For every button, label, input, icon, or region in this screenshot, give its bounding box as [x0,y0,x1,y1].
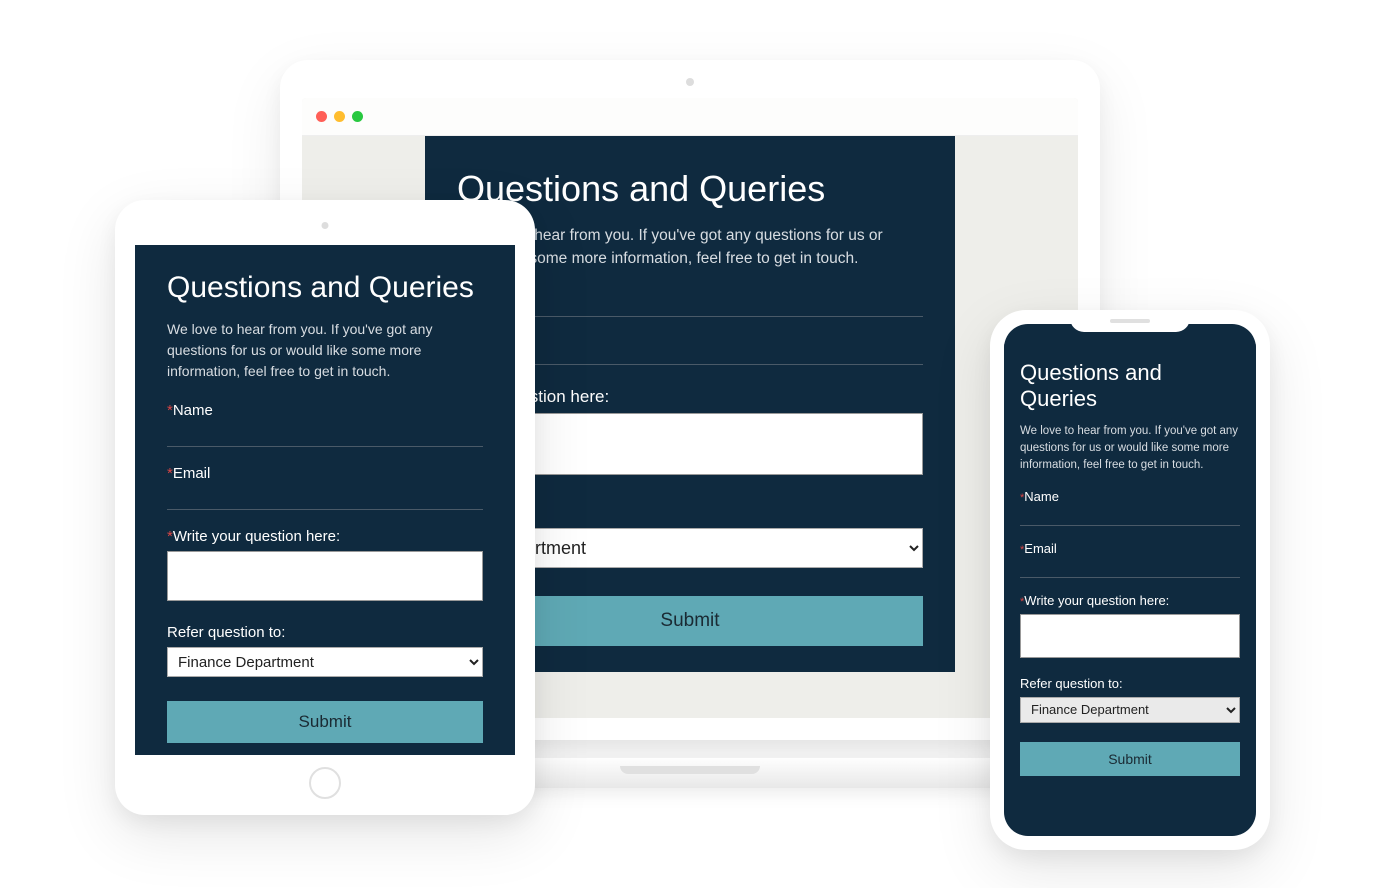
email-label: *Email [1020,541,1240,556]
submit-button[interactable]: Submit [167,701,483,743]
phone-device: Questions and Queries We love to hear fr… [990,310,1270,850]
question-input[interactable] [167,551,483,601]
email-input[interactable] [1020,562,1240,578]
fullscreen-icon[interactable] [352,111,363,122]
tablet-device: Questions and Queries We love to hear fr… [115,200,535,815]
home-button-icon[interactable] [309,767,341,799]
question-input[interactable] [1020,614,1240,658]
refer-field: Refer question to: Finance Department [1020,676,1240,723]
name-field: *Name [1020,489,1240,528]
question-field: *Write your question here: [1020,593,1240,663]
close-icon[interactable] [316,111,327,122]
submit-button[interactable]: Submit [1020,742,1240,776]
camera-icon [322,222,329,229]
name-input[interactable] [167,425,483,447]
form-title: Questions and Queries [1020,360,1240,413]
form-title: Questions and Queries [167,271,483,305]
name-label: *Name [1020,489,1240,504]
phone-notch [1070,310,1190,332]
minimize-icon[interactable] [334,111,345,122]
speaker-icon [1110,319,1150,323]
refer-label: Refer question to: [1020,676,1240,691]
laptop-hinge [620,766,760,774]
name-field: *Name [167,402,483,447]
email-field: *Email [1020,541,1240,580]
browser-titlebar [302,98,1078,136]
question-label: *Write your question here: [167,528,483,545]
form-description: We love to hear from you. If you've got … [167,319,483,382]
question-label: *Write your question here: [1020,593,1240,608]
contact-form: Questions and Queries We love to hear fr… [135,245,515,755]
email-label: *Email [167,465,483,482]
email-input[interactable] [167,488,483,510]
name-label: *Name [167,402,483,419]
phone-screen: Questions and Queries We love to hear fr… [1004,324,1256,836]
form-description: We love to hear from you. If you've got … [1020,423,1240,475]
refer-label: Refer question to: [167,624,483,641]
form-title: Questions and Queries [457,162,923,210]
email-field: *Email [167,465,483,510]
name-input[interactable] [1020,510,1240,526]
question-field: *Write your question here: [167,528,483,606]
refer-select[interactable]: Finance Department [1020,697,1240,723]
contact-form: Questions and Queries We love to hear fr… [1004,344,1256,792]
camera-icon [686,78,694,86]
refer-field: Refer question to: Finance Department [167,624,483,677]
tablet-screen: Questions and Queries We love to hear fr… [135,245,515,755]
refer-select[interactable]: Finance Department [167,647,483,677]
